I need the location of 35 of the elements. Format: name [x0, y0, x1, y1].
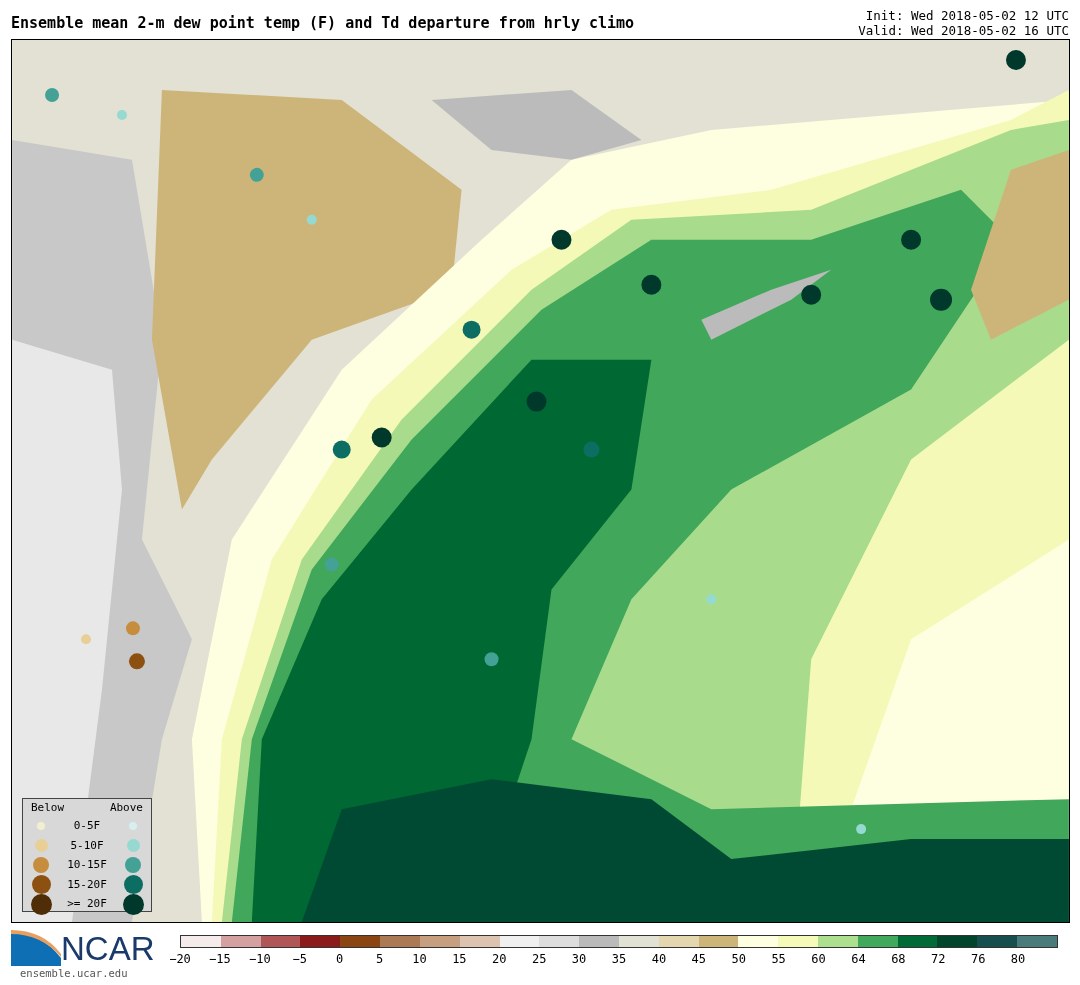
tick-label: −5 — [292, 951, 307, 968]
tick-label: 68 — [891, 951, 906, 968]
tick-label: 40 — [651, 951, 667, 968]
tick-label: 76 — [970, 951, 986, 968]
tick-label: 64 — [851, 951, 866, 968]
tick-label: 25 — [531, 951, 547, 968]
tick-label: 55 — [771, 951, 786, 968]
tick-label: 50 — [731, 951, 746, 968]
tick-label: 72 — [931, 951, 946, 968]
tick-label: 30 — [571, 951, 587, 968]
legend-label: 15-20F — [67, 876, 107, 893]
legend-label: >= 20F — [67, 896, 107, 912]
tick-label: 10 — [412, 951, 427, 968]
legend-label: 0-5F — [73, 818, 101, 834]
legend-heading: Above — [109, 800, 143, 816]
logo-text: NCAR — [61, 932, 155, 966]
tick-label: 20 — [492, 951, 507, 968]
logo-swoosh-icon — [11, 928, 61, 966]
chart-title: Ensemble mean 2-m dew point temp (F) and Td departure from hrly climo — [11, 12, 635, 34]
tick-label: 5 — [375, 951, 384, 968]
legend-label: 5-10F — [70, 837, 104, 854]
tick-label: 15 — [452, 951, 467, 968]
tick-label: 45 — [691, 951, 707, 968]
legend-label: 10-15F — [67, 857, 107, 873]
tick-label: 60 — [811, 951, 826, 968]
tick-label: 0 — [336, 951, 344, 968]
init-time: Init: Wed 2018-05-02 12 UTC — [865, 8, 1069, 23]
tick-label: −20 — [169, 951, 191, 968]
valid-time: Valid: Wed 2018-05-02 16 UTC — [858, 23, 1069, 38]
site-url: ensemble.ucar.edu — [19, 966, 129, 981]
tick-label: −15 — [209, 951, 231, 968]
legend-heading: Below — [31, 800, 65, 816]
tick-label: 35 — [611, 951, 627, 968]
tick-label: −10 — [248, 951, 271, 968]
tick-label: 80 — [1010, 951, 1026, 968]
